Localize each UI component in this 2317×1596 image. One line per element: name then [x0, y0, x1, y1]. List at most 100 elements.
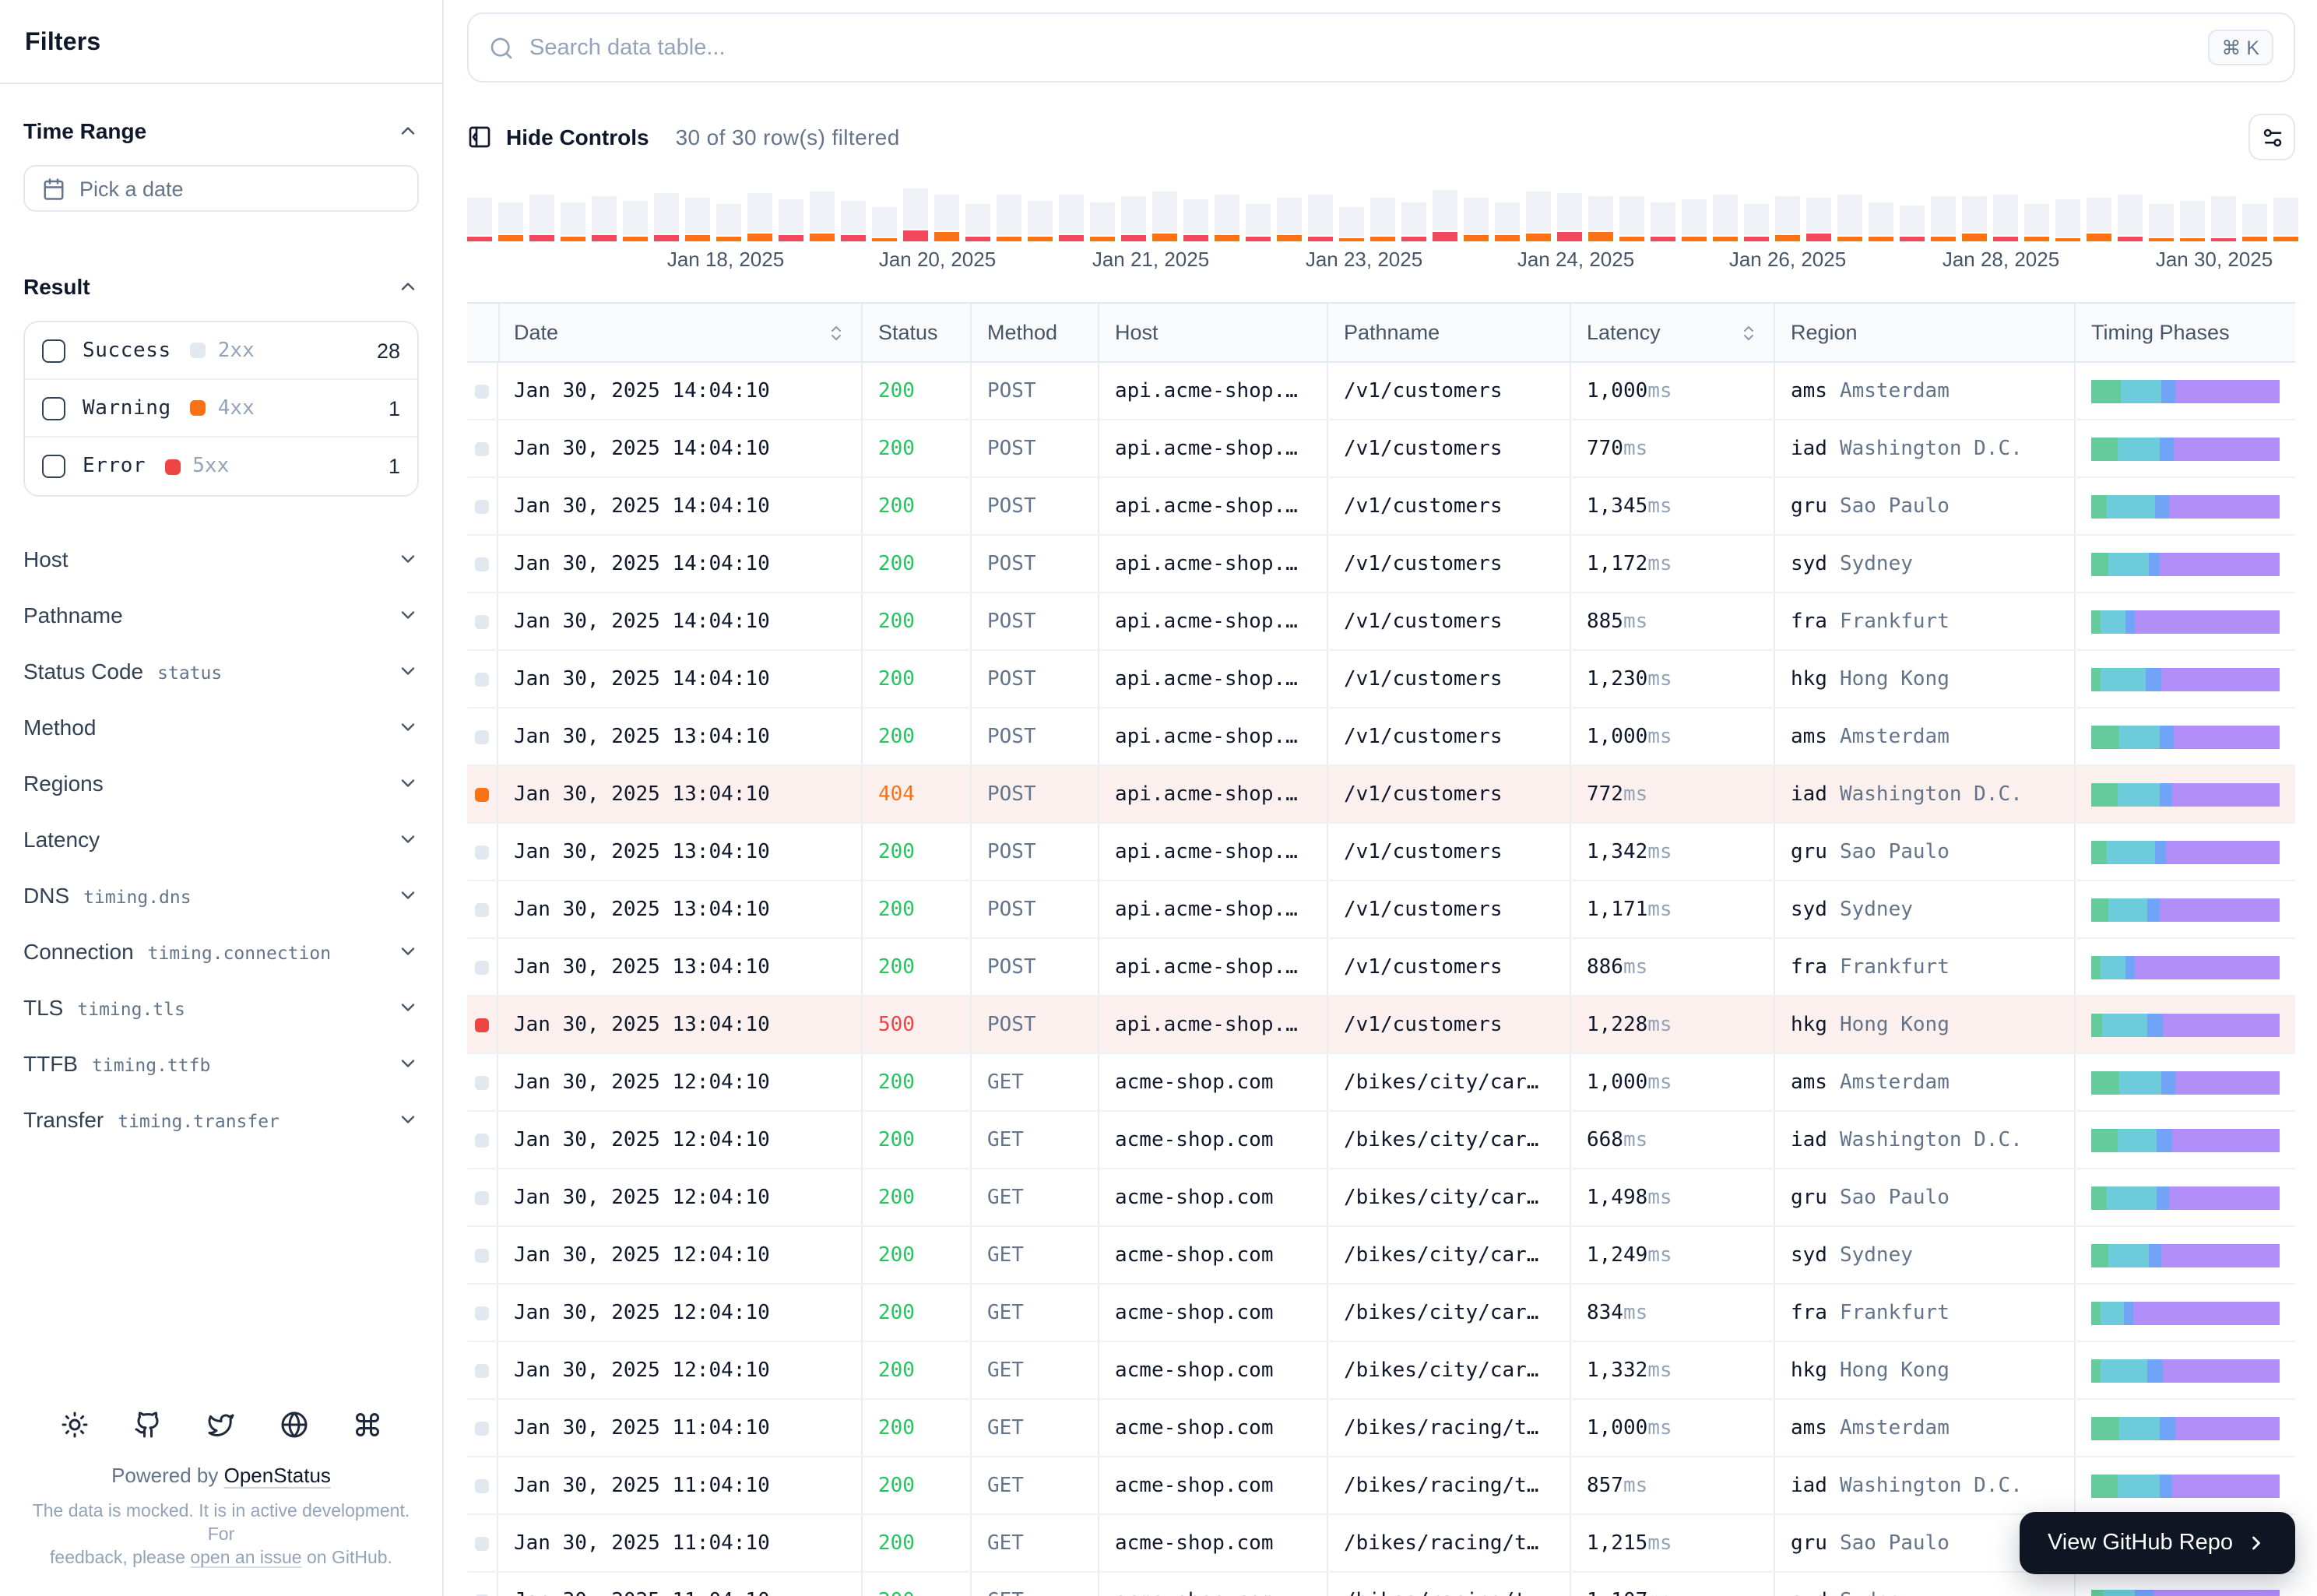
histogram-bar[interactable]: [1869, 202, 1893, 241]
search-input[interactable]: [529, 35, 2192, 60]
histogram-bar[interactable]: [654, 193, 679, 241]
result-option-error[interactable]: Error 5xx 1: [25, 438, 417, 495]
histogram-bar[interactable]: [1090, 202, 1115, 241]
histogram-bar[interactable]: [903, 188, 928, 241]
table-row[interactable]: Jan 30, 2025 12:04:10 200 GET acme-shop.com…: [467, 1169, 2295, 1227]
table-row[interactable]: Jan 30, 2025 13:04:10 200 POST api.acme-sho…: [467, 939, 2295, 997]
histogram-bar[interactable]: [1308, 195, 1333, 241]
histogram-bar[interactable]: [841, 201, 866, 241]
histogram-bar[interactable]: [1277, 198, 1302, 241]
table-row[interactable]: Jan 30, 2025 14:04:10 200 POST api.acme-sho…: [467, 478, 2295, 536]
table-row[interactable]: Jan 30, 2025 11:04:10 200 GETacme-shop.com…: [467, 1400, 2295, 1457]
table-row[interactable]: Jan 30, 2025 13:04:10 404 POST api.acme-sho…: [467, 766, 2295, 824]
checkbox-error[interactable]: [42, 455, 65, 478]
histogram-bar[interactable]: [1401, 202, 1426, 241]
table-row[interactable]: Jan 30, 2025 12:04:10 200 GET acme-shop.com…: [467, 1227, 2295, 1285]
table-row[interactable]: Jan 30, 2025 12:04:10 200 GET acme-shop.com…: [467, 1054, 2295, 1112]
sidebar-item-dns[interactable]: DNS timing.dns: [23, 867, 419, 923]
table-row[interactable]: Jan 30, 2025 14:04:10 200 POST api.acme-sho…: [467, 651, 2295, 708]
open-issue-link[interactable]: open an issue: [190, 1549, 301, 1568]
histogram-bar[interactable]: [1059, 195, 1084, 241]
histogram-bar[interactable]: [1370, 198, 1395, 241]
histogram-bar[interactable]: [1806, 198, 1831, 241]
histogram-bar[interactable]: [1246, 204, 1271, 241]
histogram-bar[interactable]: [1962, 196, 1987, 241]
sun-icon[interactable]: [61, 1411, 89, 1439]
sidebar-item-method[interactable]: Method: [23, 699, 419, 755]
histogram-bar[interactable]: [1183, 199, 1208, 241]
table-row[interactable]: Jan 30, 2025 12:04:10 200 GET acme-shop.com…: [467, 1112, 2295, 1169]
sidebar-item-tls[interactable]: TLS timing.tls: [23, 979, 419, 1035]
histogram-bar[interactable]: [1495, 202, 1520, 241]
sidebar-item-pathname[interactable]: Pathname: [23, 587, 419, 643]
checkbox-success[interactable]: [42, 339, 65, 362]
histogram-bar[interactable]: [2024, 204, 2049, 241]
histogram-bar[interactable]: [623, 201, 648, 241]
histogram-bar[interactable]: [1900, 206, 1925, 241]
github-icon[interactable]: [134, 1411, 162, 1439]
table-row[interactable]: Jan 30, 2025 11:04:10 200 GETacme-shop.com…: [467, 1573, 2295, 1596]
histogram-bar[interactable]: [1713, 195, 1738, 241]
histogram-bar[interactable]: [1433, 190, 1457, 241]
histogram-bar[interactable]: [1744, 204, 1769, 241]
sidebar-item-connection[interactable]: Connection timing.connection: [23, 923, 419, 979]
table-row[interactable]: Jan 30, 2025 14:04:10 200 POST api.acme-sho…: [467, 420, 2295, 478]
histogram-bar[interactable]: [2242, 204, 2267, 241]
histogram-bar[interactable]: [561, 202, 585, 241]
histogram-bar[interactable]: [997, 195, 1021, 241]
histogram-bar[interactable]: [1588, 196, 1613, 241]
histogram-bar[interactable]: [1152, 192, 1177, 241]
table-row[interactable]: Jan 30, 2025 14:04:10 200 POST api.acme-sho…: [467, 593, 2295, 651]
histogram-bar[interactable]: [498, 202, 523, 241]
histogram-bar[interactable]: [1339, 207, 1364, 241]
histogram-bar[interactable]: [1215, 195, 1239, 241]
histogram-bar[interactable]: [716, 204, 741, 241]
view-github-repo-button[interactable]: View GitHub Repo: [2019, 1512, 2295, 1574]
chevron-up-icon[interactable]: [397, 276, 419, 297]
table-row[interactable]: Jan 30, 2025 13:04:10 200 POST api.acme-sho…: [467, 824, 2295, 881]
sidebar-item-ttfb[interactable]: TTFB timing.ttfb: [23, 1035, 419, 1092]
chevron-up-icon[interactable]: [397, 120, 419, 142]
histogram-bar[interactable]: [1464, 198, 1489, 241]
table-row[interactable]: Jan 30, 2025 12:04:10 200 GET acme-shop.com…: [467, 1342, 2295, 1400]
histogram-bar[interactable]: [1028, 201, 1053, 241]
section-time-range[interactable]: Time Range: [23, 115, 419, 146]
hide-controls-button[interactable]: Hide Controls: [467, 125, 649, 149]
section-result[interactable]: Result: [23, 271, 419, 302]
sidebar-item-latency[interactable]: Latency: [23, 811, 419, 867]
date-picker-trigger[interactable]: Pick a date: [23, 165, 419, 212]
histogram-bar[interactable]: [1651, 202, 1675, 241]
histogram-bar[interactable]: [1931, 196, 1956, 241]
table-row[interactable]: Jan 30, 2025 12:04:10 200 GET acme-shop.com…: [467, 1285, 2295, 1342]
command-icon[interactable]: [353, 1411, 381, 1439]
column-header-latency[interactable]: Latency: [1571, 304, 1775, 361]
histogram-bar[interactable]: [2211, 196, 2236, 241]
globe-icon[interactable]: [280, 1411, 308, 1439]
histogram-bar[interactable]: [1993, 195, 2018, 241]
histogram-bar[interactable]: [2055, 199, 2080, 241]
histogram-bar[interactable]: [1526, 192, 1551, 241]
sort-chevrons-icon[interactable]: [827, 323, 846, 342]
histogram-bar[interactable]: [467, 198, 492, 241]
histogram-bar[interactable]: [592, 196, 617, 241]
histogram-bar[interactable]: [747, 193, 772, 241]
table-row[interactable]: Jan 30, 2025 11:04:10 200 GETacme-shop.com…: [467, 1457, 2295, 1515]
table-row[interactable]: Jan 30, 2025 14:04:10 200 POST api.acme-sho…: [467, 363, 2295, 420]
table-row[interactable]: Jan 30, 2025 14:04:10 200 POST api.acme-sho…: [467, 536, 2295, 593]
histogram-bar[interactable]: [2273, 198, 2298, 241]
histogram-bar[interactable]: [1557, 193, 1582, 241]
sort-chevrons-icon[interactable]: [1739, 323, 1758, 342]
histogram-bar[interactable]: [2118, 195, 2143, 241]
openstatus-link[interactable]: OpenStatus: [224, 1464, 331, 1487]
sidebar-item-regions[interactable]: Regions: [23, 755, 419, 811]
table-row[interactable]: Jan 30, 2025 13:04:10 200 POST api.acme-sho…: [467, 881, 2295, 939]
histogram-bar[interactable]: [2149, 204, 2174, 241]
histogram-bar[interactable]: [1121, 196, 1146, 241]
histogram-bar[interactable]: [2180, 201, 2205, 241]
histogram-bar[interactable]: [872, 207, 897, 241]
sidebar-item-status-code[interactable]: Status Code status: [23, 643, 419, 699]
histogram-bar[interactable]: [965, 204, 990, 241]
histogram-bar[interactable]: [2087, 198, 2111, 241]
view-options-button[interactable]: [2248, 114, 2295, 160]
histogram-bar[interactable]: [1619, 196, 1644, 241]
